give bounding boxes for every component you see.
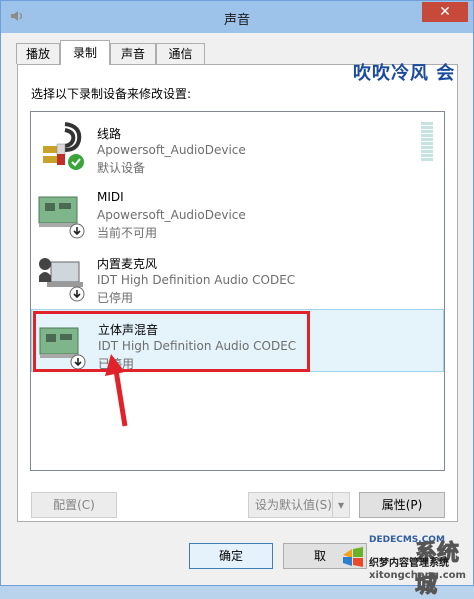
device-driver: IDT High Definition Audio CODEC	[97, 273, 296, 287]
chevron-down-icon[interactable]: ▾	[332, 493, 349, 517]
overlay-caption: 吹吹冷风 会	[353, 63, 456, 84]
device-status: 默认设备	[97, 161, 146, 175]
device-name: MIDI	[97, 190, 124, 204]
device-list[interactable]: 线路 Apowersoft_AudioDevice 默认设备 MIDI Apow…	[30, 111, 445, 471]
laptop-microphone-icon	[39, 258, 85, 302]
set-default-label: 设为默认值(S)	[255, 498, 332, 512]
window-title: 声音	[223, 13, 250, 28]
properties-button[interactable]: 属性(P)	[359, 492, 445, 518]
device-driver: Apowersoft_AudioDevice	[97, 143, 246, 157]
windows-logo-icon	[343, 547, 363, 567]
instruction-text: 选择以下录制设备来修改设置:	[31, 87, 192, 101]
watermark: DEDECMS.COM 系统城 织梦内容管理系统 xitongcheng.com	[341, 535, 474, 599]
set-default-button[interactable]: 设为默认值(S) ▾	[248, 492, 350, 518]
annotation-highlight-box	[33, 311, 310, 372]
watermark-url: xitongcheng.com	[369, 570, 466, 581]
close-button[interactable]: ✕	[422, 2, 468, 22]
device-name: 内置麦克风	[97, 257, 158, 271]
device-name: 线路	[97, 127, 122, 141]
tab-sounds[interactable]: 声音	[110, 43, 156, 64]
device-item-midi[interactable]: MIDI Apowersoft_AudioDevice 当前不可用	[31, 179, 444, 242]
device-status: 当前不可用	[97, 226, 158, 240]
sound-dialog: 声音 ✕ 播放 录制 声音 通信 吹吹冷风 会 选择以下录制设备来修改设置: 线…	[0, 0, 474, 599]
tab-recording[interactable]: 录制	[60, 40, 110, 65]
audio-cable-icon	[43, 122, 84, 170]
device-item-line-in[interactable]: 线路 Apowersoft_AudioDevice 默认设备	[31, 114, 444, 177]
sound-card-icon	[38, 196, 85, 239]
level-meter	[421, 122, 433, 162]
watermark-cms: 织梦内容管理系统	[369, 558, 449, 569]
tab-playback[interactable]: 播放	[16, 43, 60, 64]
device-item-builtin-mic[interactable]: 内置麦克风 IDT High Definition Audio CODEC 已停…	[31, 244, 444, 307]
tab-communications[interactable]: 通信	[156, 43, 205, 64]
device-status: 已停用	[97, 291, 134, 305]
title-bar[interactable]: 声音 ✕	[1, 1, 473, 33]
annotation-arrow-icon	[105, 354, 128, 427]
configure-button[interactable]: 配置(C)	[31, 492, 117, 518]
ok-button[interactable]: 确定	[189, 543, 273, 569]
device-driver: Apowersoft_AudioDevice	[97, 208, 246, 222]
